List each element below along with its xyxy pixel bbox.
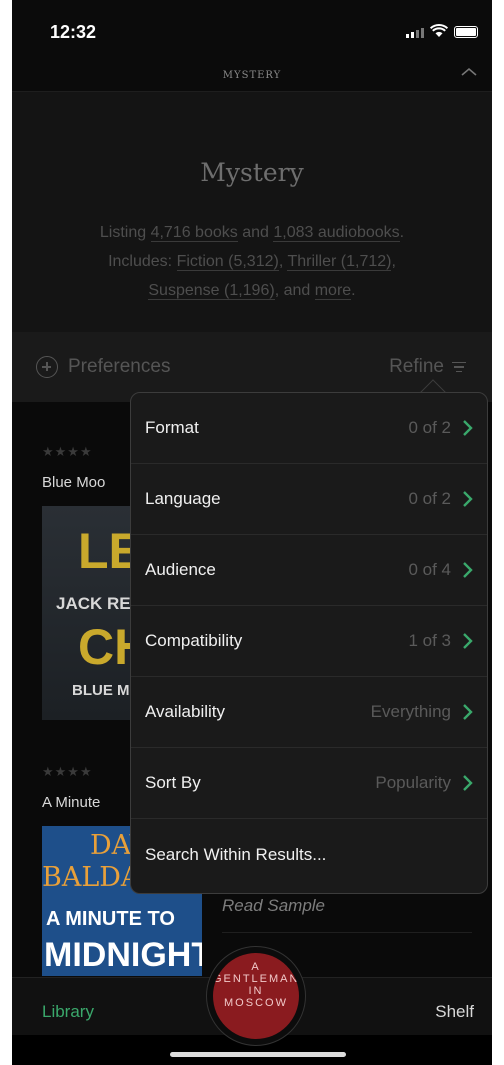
page-title: Mystery <box>200 158 304 187</box>
refine-label: Refine <box>389 356 444 377</box>
now-playing-cover: A GENTLEMAN IN MOSCOW <box>213 953 299 1039</box>
cover-text: JACK RE <box>56 594 131 613</box>
collapse-chevron-icon[interactable] <box>460 66 478 78</box>
read-sample-link[interactable]: Read Sample <box>222 896 325 916</box>
menu-item-label: Compatibility <box>145 631 243 650</box>
status-time: 12:32 <box>50 22 97 42</box>
cover-text: MIDNIGHT <box>44 936 202 974</box>
chevron-right-icon <box>463 420 473 436</box>
menu-item-sort-by[interactable]: Sort By Popularity <box>131 748 487 819</box>
menu-item-value: 0 of 4 <box>408 560 451 579</box>
book-title[interactable]: A Minute <box>42 794 100 811</box>
desc-text: . <box>399 224 405 241</box>
cover-text: IN <box>248 985 264 997</box>
preferences-label: Preferences <box>68 356 171 377</box>
refine-menu: Format 0 of 2 Language 0 of 2 Audience 0… <box>130 392 488 894</box>
menu-item-label: Search Within Results... <box>145 844 327 864</box>
fiction-link[interactable]: Fiction (5,312) <box>176 253 279 271</box>
book-title[interactable]: Blue Moo <box>42 474 105 491</box>
signal-icon <box>406 28 424 38</box>
menu-item-audience[interactable]: Audience 0 of 4 <box>131 535 487 606</box>
desc-text: . <box>351 282 356 299</box>
collection-description: Listing 4,716 books and 1,083 audiobooks… <box>52 218 452 305</box>
chevron-right-icon <box>463 491 473 507</box>
tab-shelf[interactable]: Shelf <box>435 1002 474 1022</box>
status-bar: 12:32 <box>12 0 492 60</box>
menu-item-value: Everything <box>370 702 451 721</box>
menu-item-language[interactable]: Language 0 of 2 <box>131 464 487 535</box>
battery-icon <box>454 26 478 38</box>
rating-stars: ★★★★ <box>42 444 93 459</box>
menu-item-format[interactable]: Format 0 of 2 <box>131 393 487 464</box>
menu-item-value: 1 of 3 <box>408 631 451 650</box>
phone-screen: 12:32 MYSTERY Mystery Listing 4,716 book… <box>12 0 492 1065</box>
cover-text: MOSCOW <box>224 997 288 1009</box>
collection-header: Mystery Listing 4,716 books and 1,083 au… <box>12 92 492 332</box>
desc-text: and <box>237 224 274 241</box>
nav-title: MYSTERY <box>12 60 492 92</box>
filter-icon <box>452 361 466 373</box>
menu-item-label: Format <box>145 418 199 437</box>
cover-text: A <box>251 961 261 973</box>
chevron-right-icon <box>463 633 473 649</box>
chevron-right-icon <box>463 775 473 791</box>
menu-item-label: Language <box>145 489 221 508</box>
more-link[interactable]: more <box>314 282 352 300</box>
suspense-link[interactable]: Suspense (1,196) <box>148 282 275 300</box>
cover-text: GENTLEMAN <box>213 973 299 985</box>
refine-button[interactable]: Refine <box>389 356 466 378</box>
chevron-right-icon <box>463 562 473 578</box>
menu-item-label: Sort By <box>145 773 201 792</box>
thriller-link[interactable]: Thriller (1,712) <box>287 253 392 271</box>
menu-item-label: Audience <box>145 560 216 579</box>
desc-text: , and <box>274 282 315 299</box>
cover-text: BALDA <box>42 862 141 893</box>
divider <box>222 932 472 933</box>
tab-library[interactable]: Library <box>42 1002 94 1022</box>
menu-item-value: 0 of 2 <box>408 489 451 508</box>
menu-item-value: 0 of 2 <box>408 418 451 437</box>
now-playing-button[interactable]: A GENTLEMAN IN MOSCOW <box>206 946 306 1046</box>
wifi-icon <box>430 24 448 37</box>
book-cover[interactable]: LE JACK RE CHI BLUE M <box>42 506 142 720</box>
home-indicator <box>170 1052 346 1057</box>
menu-item-compatibility[interactable]: Compatibility 1 of 3 <box>131 606 487 677</box>
menu-item-search-within-results[interactable]: Search Within Results... <box>131 819 487 890</box>
status-icons <box>406 24 478 38</box>
chevron-right-icon <box>463 704 473 720</box>
menu-item-value: Popularity <box>375 773 451 792</box>
desc-text: Includes: <box>108 253 177 270</box>
add-circle-icon <box>36 356 58 378</box>
audiobooks-count-link[interactable]: 1,083 audiobooks <box>273 224 400 242</box>
desc-text: , <box>391 253 396 270</box>
desc-text: Listing <box>99 224 151 241</box>
cover-text: A MINUTE TO <box>46 908 175 930</box>
rating-stars: ★★★★ <box>42 764 93 779</box>
menu-item-label: Availability <box>145 702 226 721</box>
preferences-button[interactable]: Preferences <box>36 356 170 378</box>
cover-text: BLUE M <box>72 682 130 699</box>
menu-item-availability[interactable]: Availability Everything <box>131 677 487 748</box>
books-count-link[interactable]: 4,716 books <box>150 224 238 242</box>
